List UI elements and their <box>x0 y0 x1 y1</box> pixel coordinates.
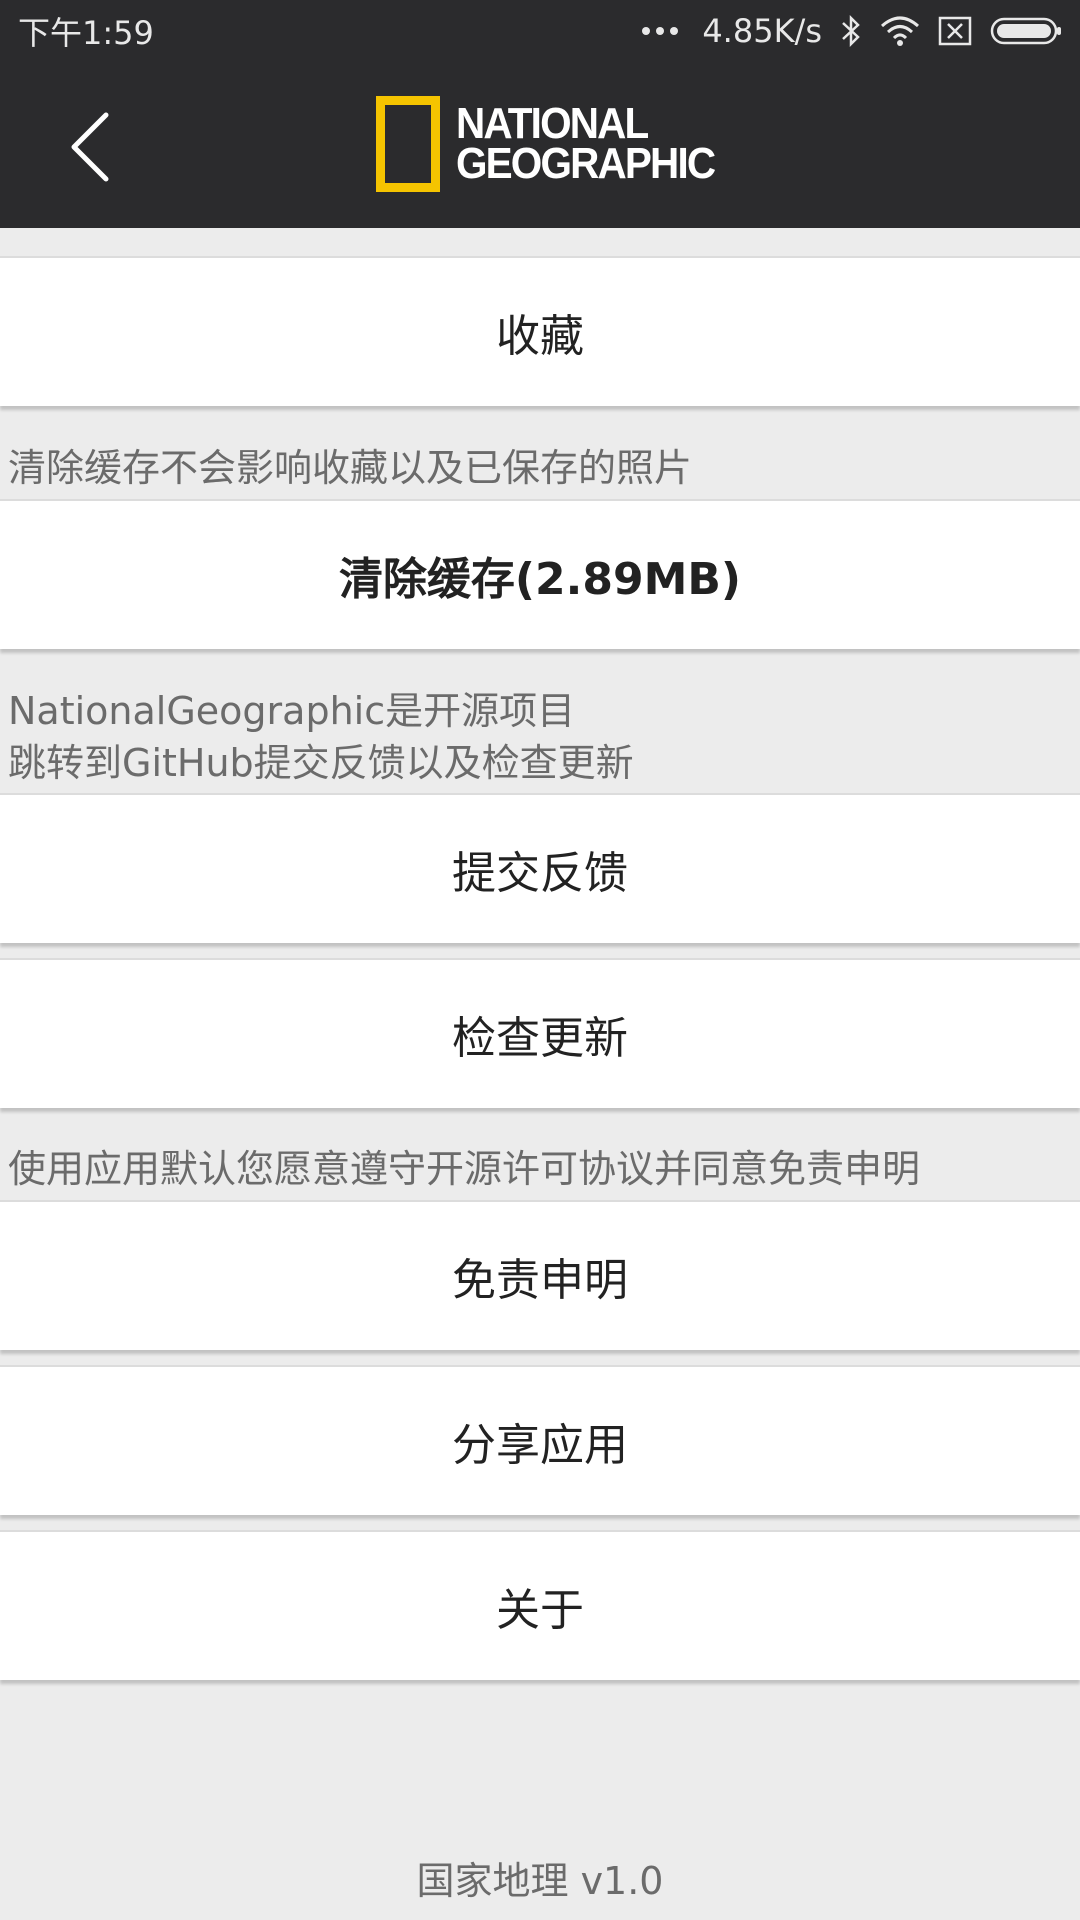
yellow-frame-icon <box>376 96 440 192</box>
favorites-button[interactable]: 收藏 <box>0 256 1080 406</box>
bluetooth-icon <box>842 14 860 48</box>
favorites-label: 收藏 <box>496 311 584 362</box>
cache-note: 清除缓存不会影响收藏以及已保存的照片 <box>8 446 693 490</box>
logo-line1: NATIONAL <box>456 99 649 148</box>
clear-cache-label: 清除缓存(2.89MB) <box>338 554 742 605</box>
opensource-note-line2: 跳转到GitHub提交反馈以及检查更新 <box>8 741 634 785</box>
status-bar: 下午1:59 4.85K/s <box>0 0 1080 62</box>
feedback-button[interactable]: 提交反馈 <box>0 793 1080 943</box>
logo-text: NATIONAL GEOGRAPHIC <box>456 99 716 188</box>
more-dots-icon <box>642 27 679 35</box>
feedback-label: 提交反馈 <box>452 848 628 899</box>
back-button[interactable] <box>50 102 130 192</box>
clear-cache-button[interactable]: 清除缓存(2.89MB) <box>0 499 1080 649</box>
check-update-label: 检查更新 <box>452 1013 628 1064</box>
network-speed: 4.85K/s <box>702 12 822 50</box>
logo-line2: GEOGRAPHIC <box>456 139 716 188</box>
sim-off-icon <box>938 16 972 46</box>
wifi-icon <box>881 16 919 46</box>
app-version: 国家地理 v1.0 <box>416 1859 664 1903</box>
settings-screen: 下午1:59 4.85K/s NATIONAL GEOGRAPHIC 收藏 清除… <box>0 0 1080 1920</box>
opensource-note: NationalGeographic是开源项目 跳转到GitHub提交反馈以及检… <box>8 685 1078 789</box>
battery-icon <box>990 17 1061 45</box>
app-bar: NATIONAL GEOGRAPHIC <box>0 62 1080 228</box>
disclaimer-label: 免责申明 <box>452 1255 628 1306</box>
about-button[interactable]: 关于 <box>0 1530 1080 1680</box>
status-time: 下午1:59 <box>18 14 154 52</box>
disclaimer-button[interactable]: 免责申明 <box>0 1200 1080 1350</box>
share-app-button[interactable]: 分享应用 <box>0 1365 1080 1515</box>
license-note: 使用应用默认您愿意遵守开源许可协议并同意免责申明 <box>8 1147 921 1191</box>
check-update-button[interactable]: 检查更新 <box>0 958 1080 1108</box>
status-icons: 4.85K/s <box>642 12 1062 50</box>
opensource-note-line1: NationalGeographic是开源项目 <box>8 689 576 733</box>
about-label: 关于 <box>496 1585 584 1636</box>
chevron-left-icon <box>71 112 109 182</box>
share-app-label: 分享应用 <box>452 1420 628 1471</box>
national-geographic-logo: NATIONAL GEOGRAPHIC <box>376 94 737 194</box>
